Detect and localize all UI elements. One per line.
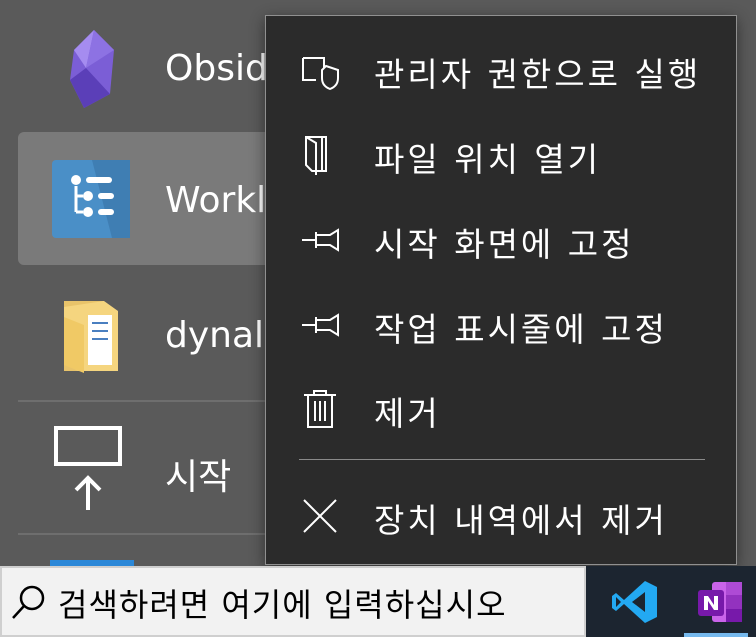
pin-icon — [302, 313, 339, 337]
taskbar-app-onenote[interactable] — [676, 566, 756, 637]
active-app-indicator — [684, 633, 748, 637]
menu-item-label: 장치 내역에서 제거 — [374, 501, 668, 540]
menu-item-label: 파일 위치 열기 — [374, 140, 602, 179]
menu-item-label: 관리자 권한으로 실행 — [374, 55, 702, 94]
menu-item-pin-to-start[interactable]: 시작 화면에 고정 — [266, 204, 736, 274]
menu-item-open-file-location[interactable]: 파일 위치 열기 — [266, 119, 736, 189]
app-label: 시작 — [165, 457, 232, 498]
menu-item-remove-from-history[interactable]: 장치 내역에서 제거 — [266, 480, 736, 550]
open-folder-icon — [305, 136, 327, 175]
vscode-icon — [612, 581, 657, 623]
onenote-icon — [698, 582, 742, 622]
start-upload-icon — [54, 426, 122, 510]
search-placeholder: 검색하려면 여기에 입력하십시오 — [58, 586, 507, 624]
trash-icon — [304, 390, 336, 428]
menu-item-label: 시작 화면에 고정 — [374, 225, 635, 264]
taskbar: 검색하려면 여기에 입력하십시오 — [0, 566, 756, 637]
taskbar-app-vscode[interactable] — [596, 566, 676, 637]
app-label: Obsid — [165, 48, 268, 89]
menu-item-pin-to-taskbar[interactable]: 작업 표시줄에 고정 — [266, 289, 736, 359]
menu-item-label: 제거 — [374, 394, 441, 433]
pin-icon — [302, 228, 339, 252]
shield-icon — [302, 57, 339, 90]
search-box[interactable]: 검색하려면 여기에 입력하십시오 — [0, 566, 586, 637]
context-menu: 관리자 권한으로 실행 파일 위치 열기 시작 화면에 고정 작업 표시줄에 고… — [265, 15, 737, 565]
menu-item-label: 작업 표시줄에 고정 — [374, 310, 668, 349]
workflowy-icon — [52, 160, 130, 238]
menu-item-uninstall[interactable]: 제거 — [266, 373, 736, 443]
app-label: dynali — [165, 315, 275, 356]
menu-divider — [299, 459, 705, 460]
search-icon — [12, 585, 45, 619]
app-label: Workl — [165, 180, 267, 221]
obsidian-icon — [70, 30, 114, 108]
close-icon — [303, 499, 337, 533]
folder-icon — [64, 301, 118, 373]
menu-item-run-as-admin[interactable]: 관리자 권한으로 실행 — [266, 34, 736, 104]
